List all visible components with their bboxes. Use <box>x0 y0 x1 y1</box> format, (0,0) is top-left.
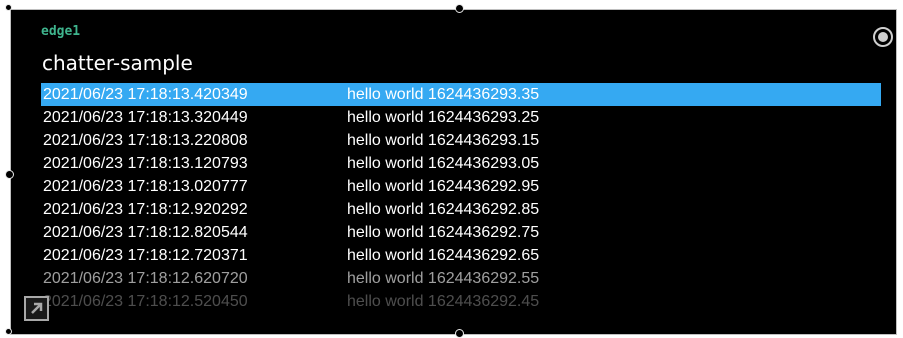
log-timestamp: 2021/06/23 17:18:12.620720 <box>43 270 248 287</box>
settings-radio-icon[interactable] <box>873 27 893 47</box>
log-message: hello world 1624436292.95 <box>347 178 540 195</box>
log-timestamp: 2021/06/23 17:18:13.320449 <box>43 109 248 126</box>
log-row[interactable]: 2021/06/23 17:18:13.220808 hello world 1… <box>41 129 881 152</box>
log-message: hello world 1624436292.45 <box>347 293 540 310</box>
panel-title: chatter-sample <box>42 51 193 75</box>
log-row[interactable]: 2021/06/23 17:18:12.720371 hello world 1… <box>41 244 881 267</box>
log-timestamp: 2021/06/23 17:18:12.820544 <box>43 224 248 241</box>
log-timestamp: 2021/06/23 17:18:12.720371 <box>43 247 248 264</box>
log-message: hello world 1624436293.05 <box>347 155 540 172</box>
resize-handle-bottom[interactable] <box>455 329 464 338</box>
expand-arrow-icon <box>31 302 43 314</box>
resize-handle-bottom-left[interactable] <box>5 328 12 335</box>
log-row[interactable]: 2021/06/23 17:18:13.320449 hello world 1… <box>41 106 881 129</box>
node-label: edge1 <box>41 24 81 39</box>
log-panel: edge1 chatter-sample 2021/06/23 17:18:13… <box>10 9 897 335</box>
log-timestamp: 2021/06/23 17:18:13.220808 <box>43 132 248 149</box>
resize-handle-top[interactable] <box>455 4 464 13</box>
log-timestamp: 2021/06/23 17:18:13.020777 <box>43 178 248 195</box>
resize-handle-left[interactable] <box>5 170 14 179</box>
log-message: hello world 1624436293.35 <box>347 86 540 103</box>
log-message: hello world 1624436292.85 <box>347 201 540 218</box>
log-row[interactable]: 2021/06/23 17:18:12.620720 hello world 1… <box>41 267 881 290</box>
log-timestamp: 2021/06/23 17:18:13.120793 <box>43 155 248 172</box>
log-message: hello world 1624436292.55 <box>347 270 540 287</box>
log-row[interactable]: 2021/06/23 17:18:12.820544 hello world 1… <box>41 221 881 244</box>
log-row[interactable]: 2021/06/23 17:18:12.920292 hello world 1… <box>41 198 881 221</box>
log-message: hello world 1624436293.15 <box>347 132 540 149</box>
log-message: hello world 1624436293.25 <box>347 109 540 126</box>
log-message: hello world 1624436292.65 <box>347 247 540 264</box>
log-timestamp: 2021/06/23 17:18:12.520450 <box>43 293 248 310</box>
log-list[interactable]: 2021/06/23 17:18:13.420349 hello world 1… <box>41 83 881 313</box>
log-row[interactable]: 2021/06/23 17:18:13.420349 hello world 1… <box>41 83 881 106</box>
log-row[interactable]: 2021/06/23 17:18:13.020777 hello world 1… <box>41 175 881 198</box>
expand-icon[interactable] <box>24 296 49 321</box>
log-row[interactable]: 2021/06/23 17:18:13.120793 hello world 1… <box>41 152 881 175</box>
log-timestamp: 2021/06/23 17:18:13.420349 <box>43 86 248 103</box>
log-row[interactable]: 2021/06/23 17:18:12.520450 hello world 1… <box>41 290 881 313</box>
log-timestamp: 2021/06/23 17:18:12.920292 <box>43 201 248 218</box>
log-message: hello world 1624436292.75 <box>347 224 540 241</box>
